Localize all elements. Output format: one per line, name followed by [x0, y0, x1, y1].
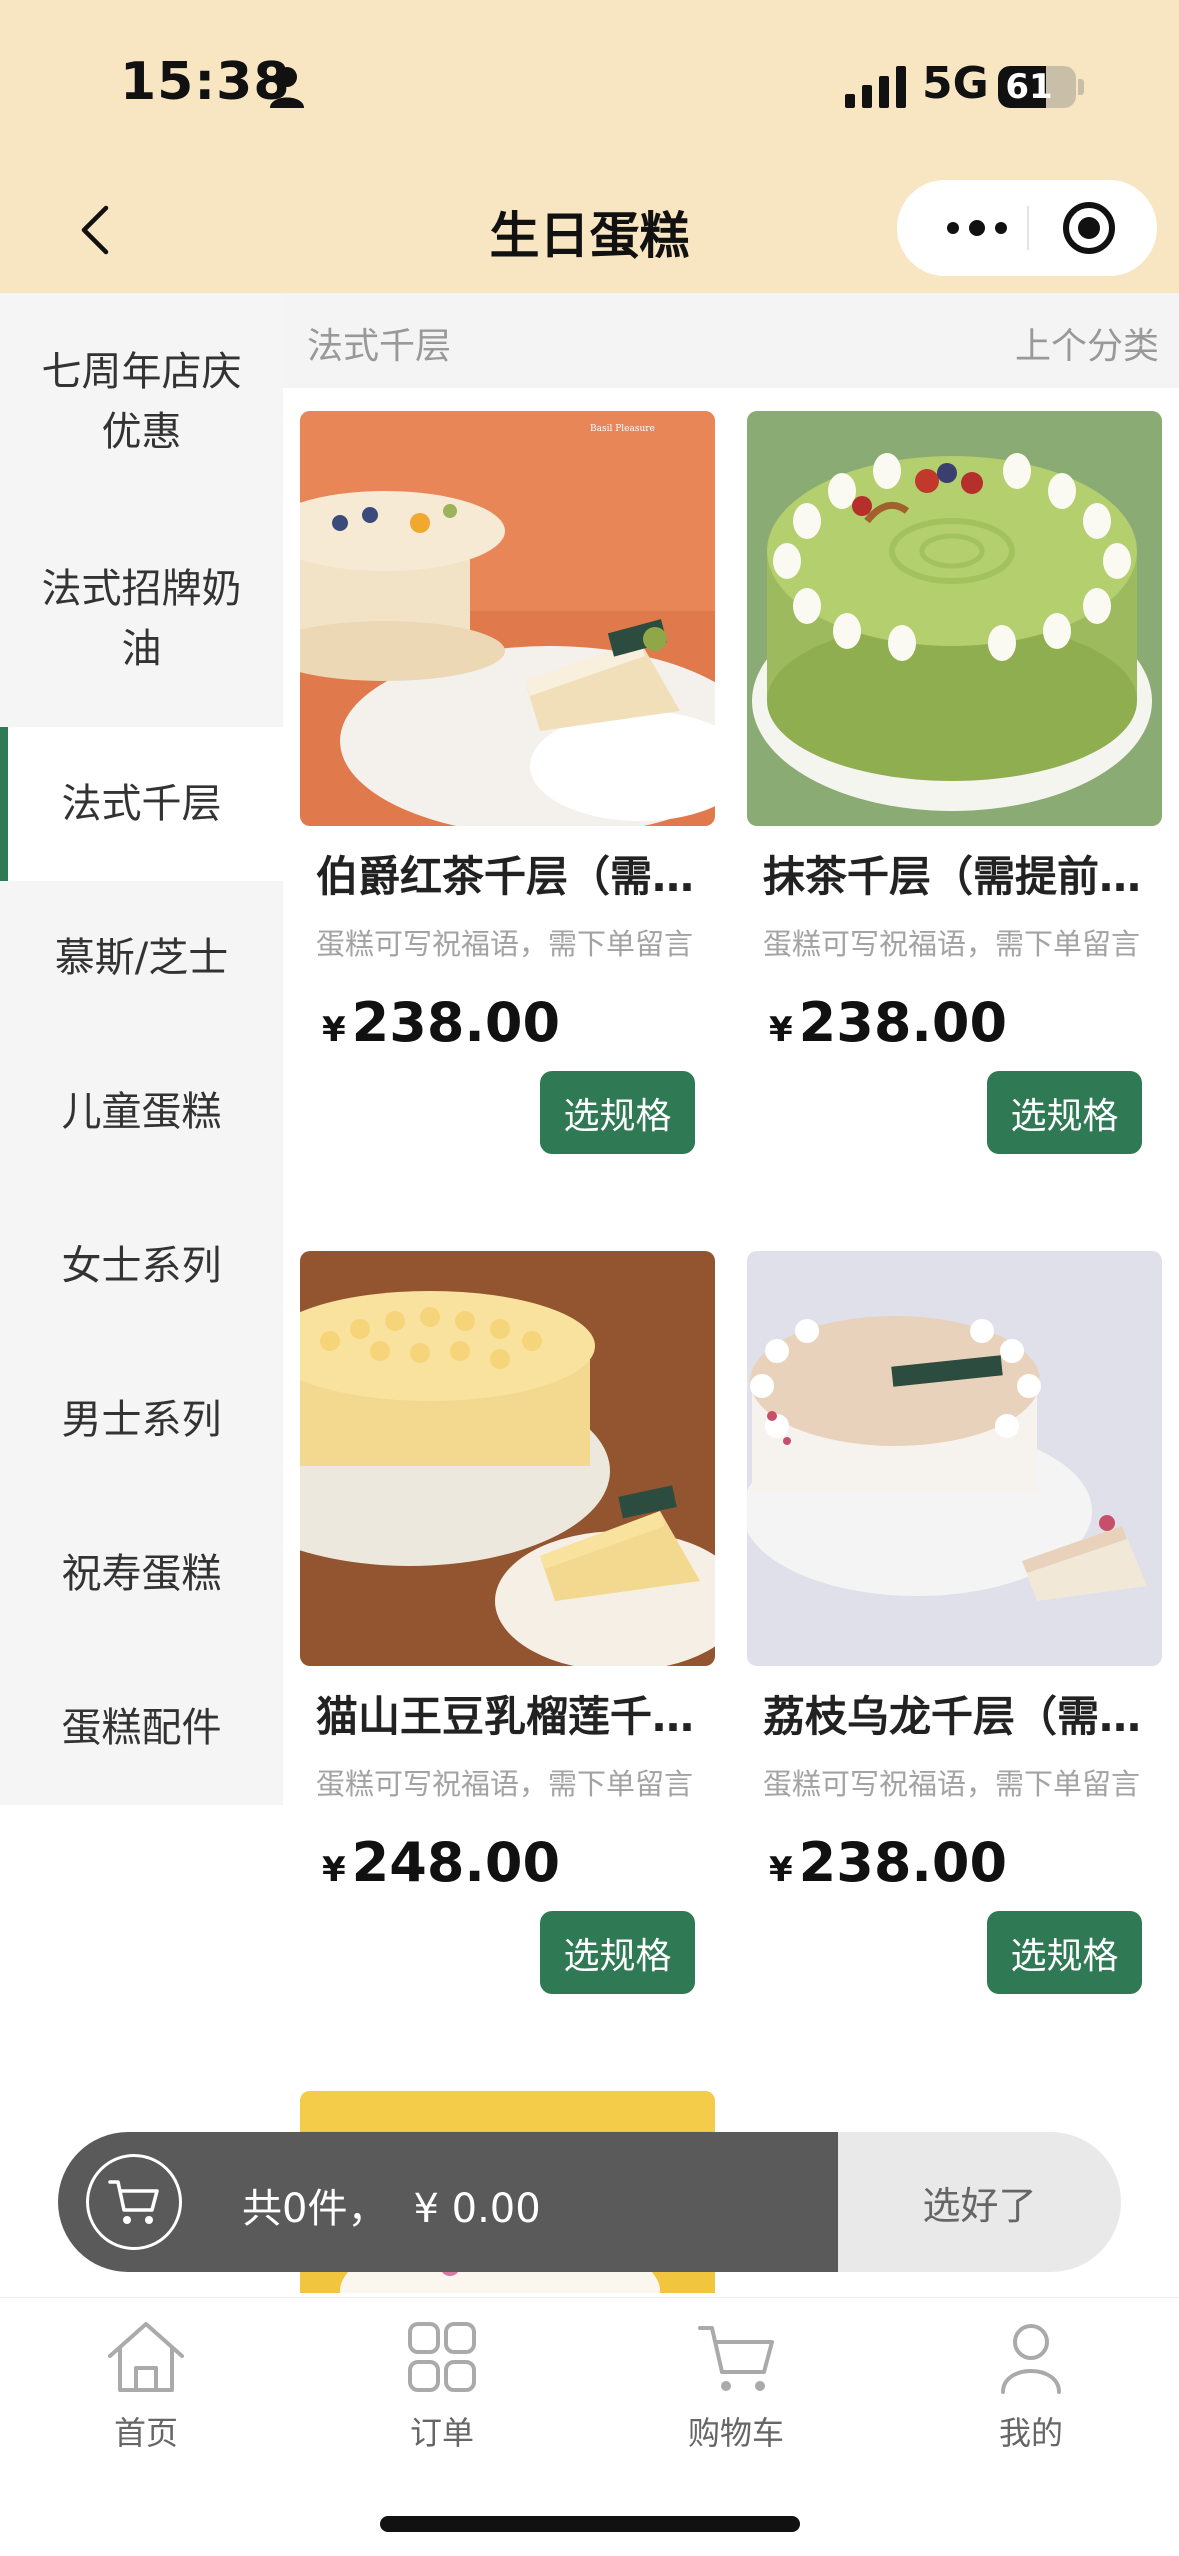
product-name: 荔枝乌龙千层（需提前2天预订） — [763, 1692, 1158, 1741]
product-desc: 蛋糕可写祝福语，需下单留言 — [316, 927, 694, 961]
tab-cart[interactable]: 购物车 — [646, 2318, 826, 2468]
more-icon[interactable] — [927, 180, 1027, 276]
cart-summary: 共0件， ¥ 0.00 — [242, 2176, 541, 2234]
tab-label: 订单 — [409, 2414, 474, 2452]
sidebar-item-kids[interactable]: 儿童蛋糕 — [0, 1035, 283, 1189]
product-image[interactable] — [300, 1251, 715, 1666]
sidebar-item-mousse-cheese[interactable]: 慕斯/芝士 — [0, 881, 283, 1035]
category-list: 七周年店庆优惠 法式招牌奶油 法式千层 慕斯/芝士 儿童蛋糕 女士系列 男士系列… — [0, 293, 283, 1805]
sidebar-item-label: 蛋糕配件 — [61, 1705, 222, 1751]
tab-profile[interactable]: 我的 — [941, 2318, 1121, 2468]
grid-icon — [408, 2322, 476, 2392]
svg-text:Basil Pleasure: Basil Pleasure — [590, 424, 655, 434]
sidebar-item-label: 法式千层 — [61, 781, 222, 827]
tab-orders[interactable]: 订单 — [352, 2318, 532, 2468]
product-image[interactable] — [747, 411, 1162, 826]
price-value: 238.00 — [798, 1831, 1008, 1894]
sidebar-item-mille-crepe[interactable]: 法式千层 — [0, 727, 283, 881]
top-header: 15:38 5G 61 生日蛋糕 — [0, 0, 1179, 293]
cart-button[interactable] — [86, 2154, 182, 2250]
product-price: ¥238.00 — [322, 991, 560, 1054]
home-icon — [108, 2322, 184, 2392]
signal-icon — [845, 66, 906, 108]
sidebar-item-anniversary[interactable]: 七周年店庆优惠 — [0, 293, 283, 510]
prev-category-link[interactable]: 上个分类 — [1015, 317, 1159, 369]
user-icon — [1001, 2324, 1061, 2394]
sidebar-item-label: 男士系列 — [61, 1397, 222, 1443]
home-indicator — [380, 2516, 800, 2532]
status-time: 15:38 — [120, 52, 291, 112]
sidebar-item-men[interactable]: 男士系列 — [0, 1343, 283, 1497]
cart-icon — [698, 2326, 774, 2391]
tab-label: 我的 — [998, 2414, 1063, 2452]
product-price: ¥238.00 — [769, 1831, 1007, 1894]
tab-label: 首页 — [113, 2414, 178, 2452]
product-name: 伯爵红茶千层（需提前2天预订） — [316, 852, 711, 901]
tab-label: 购物车 — [687, 2414, 784, 2452]
currency-symbol: ¥ — [769, 1010, 793, 1050]
product-name: 猫山王豆乳榴莲千层（需提前2天预订） — [316, 1692, 711, 1741]
select-spec-button[interactable]: 选规格 — [540, 1911, 695, 1994]
sidebar-item-accessories[interactable]: 蛋糕配件 — [0, 1651, 283, 1805]
product-name: 抹茶千层（需提前2天预订） — [763, 852, 1158, 901]
price-value: 238.00 — [798, 991, 1008, 1054]
cart-count: 共0件， — [242, 2186, 388, 2232]
sidebar-item-label: 女士系列 — [61, 1243, 222, 1289]
sidebar-item-label: 七周年店庆优惠 — [41, 348, 242, 455]
select-spec-button[interactable]: 选规格 — [987, 1071, 1142, 1154]
sidebar-item-label: 祝寿蛋糕 — [61, 1551, 222, 1597]
sidebar-item-longevity[interactable]: 祝寿蛋糕 — [0, 1497, 283, 1651]
battery-icon: 61 — [998, 66, 1076, 108]
battery-level: 61 — [1005, 67, 1053, 107]
product-price: ¥238.00 — [769, 991, 1007, 1054]
sidebar-item-women[interactable]: 女士系列 — [0, 1189, 283, 1343]
sidebar-item-label: 法式招牌奶油 — [41, 565, 242, 672]
close-miniprogram-icon[interactable] — [1063, 202, 1115, 254]
sidebar-item-french-cream[interactable]: 法式招牌奶油 — [0, 510, 283, 727]
mini-program-capsule — [897, 180, 1157, 276]
tab-home[interactable]: 首页 — [56, 2318, 236, 2468]
done-button[interactable]: 选好了 — [838, 2132, 1121, 2272]
currency-symbol: ¥ — [769, 1850, 793, 1890]
select-spec-button[interactable]: 选规格 — [987, 1911, 1142, 1994]
sidebar-item-label: 儿童蛋糕 — [61, 1089, 222, 1135]
product-image[interactable] — [747, 1251, 1162, 1666]
select-spec-button[interactable]: 选规格 — [540, 1071, 695, 1154]
category-sidebar: 七周年店庆优惠 法式招牌奶油 法式千层 慕斯/芝士 儿童蛋糕 女士系列 男士系列… — [0, 293, 283, 2293]
product-image[interactable]: Basil Pleasure — [300, 411, 715, 826]
currency-symbol: ¥ — [322, 1010, 346, 1050]
sidebar-item-label: 慕斯/芝士 — [54, 935, 229, 981]
product-desc: 蛋糕可写祝福语，需下单留言 — [316, 1767, 694, 1801]
person-icon — [270, 67, 304, 108]
cart-icon — [108, 2180, 159, 2224]
product-price: ¥248.00 — [322, 1831, 560, 1894]
capsule-divider — [1027, 206, 1029, 250]
cart-summary-area[interactable]: 共0件， ¥ 0.00 — [58, 2132, 838, 2272]
price-value: 238.00 — [351, 991, 561, 1054]
cart-total: ¥ 0.00 — [413, 2186, 541, 2232]
currency-symbol: ¥ — [322, 1850, 346, 1890]
product-desc: 蛋糕可写祝福语，需下单留言 — [763, 927, 1141, 961]
price-value: 248.00 — [351, 1831, 561, 1894]
battery-cap — [1078, 79, 1084, 95]
product-desc: 蛋糕可写祝福语，需下单留言 — [763, 1767, 1141, 1801]
network-label: 5G — [922, 58, 989, 109]
product-content: 法式千层 上个分类 Basil Pleasure 伯爵红茶千层（需提 蛋糕可写祝… — [283, 293, 1179, 2293]
section-header: 法式千层 上个分类 — [283, 293, 1179, 388]
section-title: 法式千层 — [307, 326, 452, 367]
cart-bar: 共0件， ¥ 0.00 选好了 — [58, 2132, 1121, 2272]
